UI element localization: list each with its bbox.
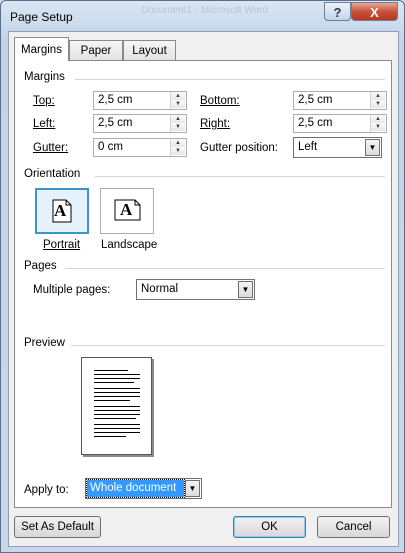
- top-label: Top:: [33, 95, 55, 107]
- title-bar[interactable]: Page Setup Document1 - Microsoft Word ? …: [1, 1, 404, 31]
- portrait-label: Portrait: [43, 239, 81, 251]
- bottom-label: Bottom:: [200, 95, 240, 107]
- bottom-margin-value: 2,5 cm: [298, 94, 333, 106]
- margins-tab-panel: Margins Top: 2,5 cm ▲ ▼ Bottom: 2,5 cm ▲…: [14, 60, 392, 508]
- gutter-value: 0 cm: [98, 141, 123, 153]
- apply-to-label: Apply to:: [24, 484, 69, 496]
- spin-down-icon[interactable]: ▼: [171, 100, 185, 108]
- portrait-letter: A: [54, 201, 67, 220]
- help-button[interactable]: ?: [324, 2, 351, 21]
- right-margin-spinner[interactable]: 2,5 cm ▲ ▼: [293, 114, 387, 133]
- set-as-default-button[interactable]: Set As Default: [14, 516, 101, 538]
- spin-down-icon[interactable]: ▼: [171, 123, 185, 131]
- gutter-position-label: Gutter position:: [200, 142, 278, 154]
- gutter-position-value: Left: [298, 141, 318, 153]
- background-window-title: Document1 - Microsoft Word: [141, 5, 269, 16]
- chevron-down-icon[interactable]: ▼: [238, 281, 253, 298]
- tab-layout[interactable]: Layout: [123, 40, 176, 60]
- dialog-title: Page Setup: [10, 10, 73, 24]
- cancel-button[interactable]: Cancel: [317, 516, 390, 538]
- gutter-label: Gutter:: [33, 142, 69, 154]
- gutter-spinner[interactable]: 0 cm ▲ ▼: [93, 138, 187, 157]
- right-margin-value: 2,5 cm: [298, 117, 333, 129]
- apply-to-select[interactable]: Whole document ▼: [85, 478, 202, 499]
- tab-margins[interactable]: Margins: [14, 37, 69, 61]
- dialog-body: Margins Paper Layout Margins Top: 2,5 cm…: [8, 31, 399, 547]
- preview-divider: [71, 345, 385, 346]
- gutter-position-select[interactable]: Left ▼: [293, 137, 382, 158]
- landscape-button[interactable]: A: [100, 188, 154, 234]
- orientation-section-label: Orientation: [24, 168, 81, 180]
- page-setup-dialog: Page Setup Document1 - Microsoft Word ? …: [0, 0, 405, 553]
- preview-section-label: Preview: [24, 337, 65, 349]
- top-margin-spinner[interactable]: 2,5 cm ▲ ▼: [93, 91, 187, 110]
- multiple-pages-select[interactable]: Normal ▼: [136, 279, 255, 300]
- chevron-down-icon[interactable]: ▼: [185, 480, 200, 497]
- close-button[interactable]: X: [351, 2, 398, 21]
- preview-page-thumbnail: [81, 357, 152, 455]
- margins-section-label: Margins: [24, 71, 65, 83]
- left-label: Left:: [33, 118, 56, 130]
- pages-section-label: Pages: [24, 260, 57, 272]
- pages-divider: [65, 268, 385, 269]
- margins-divider: [75, 79, 385, 80]
- ok-button[interactable]: OK: [233, 516, 306, 538]
- portrait-button[interactable]: A: [35, 188, 89, 234]
- spin-down-icon[interactable]: ▼: [171, 147, 185, 155]
- top-margin-value: 2,5 cm: [98, 94, 133, 106]
- landscape-label: Landscape: [101, 239, 158, 251]
- bottom-margin-spinner[interactable]: 2,5 cm ▲ ▼: [293, 91, 387, 110]
- left-margin-spinner[interactable]: 2,5 cm ▲ ▼: [93, 114, 187, 133]
- left-margin-value: 2,5 cm: [98, 117, 133, 129]
- landscape-letter: A: [120, 200, 133, 219]
- tab-paper[interactable]: Paper: [69, 40, 123, 60]
- spin-down-icon[interactable]: ▼: [371, 123, 385, 131]
- chevron-down-icon[interactable]: ▼: [365, 139, 380, 156]
- multiple-pages-value: Normal: [141, 283, 179, 295]
- orientation-divider: [95, 176, 385, 177]
- apply-to-value: Whole document: [90, 482, 177, 494]
- spin-down-icon[interactable]: ▼: [371, 100, 385, 108]
- right-label: Right:: [200, 118, 231, 130]
- multiple-pages-label: Multiple pages:: [33, 284, 111, 296]
